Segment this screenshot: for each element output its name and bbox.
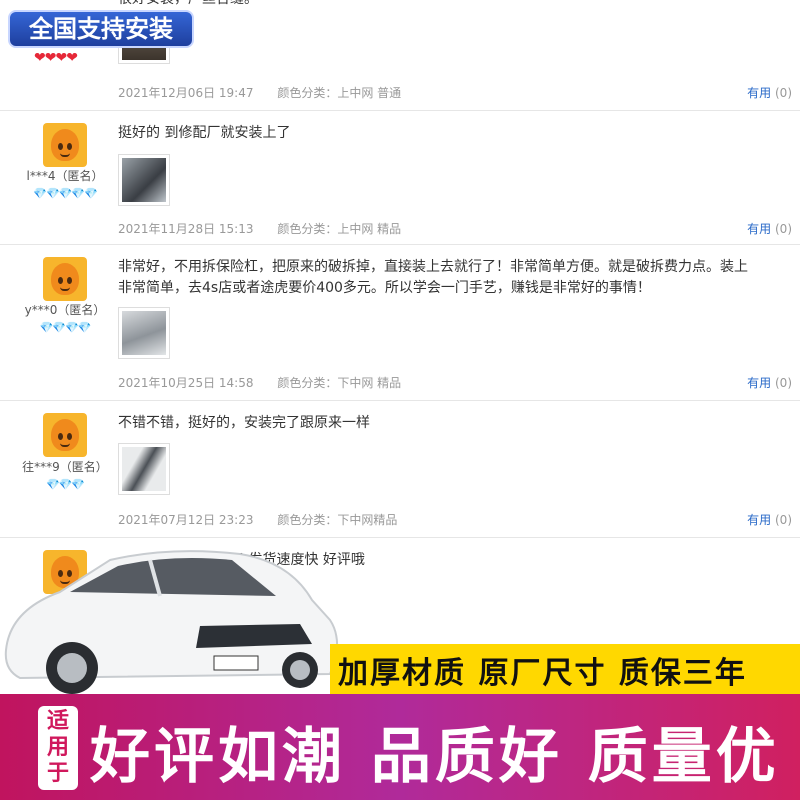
useful-label[interactable]: 有用 — [747, 86, 771, 100]
useful-count: (0) — [775, 86, 792, 100]
promo-slogan: 好评如潮 品质好 质量优 — [90, 722, 780, 792]
review-photo[interactable] — [118, 443, 170, 495]
useful-count: (0) — [775, 513, 792, 527]
review-item: 往***9（匿名） 💎💎💎 不错不错，挺好的，安装完了跟原来一样 2021年07… — [0, 401, 800, 538]
review-meta: 2021年10月25日 14:58 颜色分类：下中网 精品 — [118, 374, 421, 391]
review-photo[interactable] — [118, 154, 170, 206]
applicable-char-3: 于 — [46, 761, 69, 786]
car-image — [4, 550, 339, 694]
review-date: 2021年12月06日 19:47 — [118, 86, 254, 100]
applicable-char-2: 用 — [46, 735, 69, 760]
promo-feature-text: 加厚材质 原厂尺寸 质保三年 — [338, 656, 747, 691]
review-item: l***4（匿名） 💎💎💎💎💎 挺好的 到修配厂就安装上了 2021年11月28… — [0, 111, 800, 245]
reviewer-name: l***4（匿名） — [26, 169, 104, 183]
review-color-category: 颜色分类：下中网精品 — [277, 513, 398, 527]
review-text-line-2: 非常简单，去4s店或者途虎要价400多元。所以学会一门手艺，赚钱是非常好的事情！ — [118, 280, 651, 296]
review-date: 2021年07月12日 23:23 — [118, 513, 254, 527]
install-support-badge: 全国支持安装 — [8, 10, 194, 48]
review-date: 2021年10月25日 14:58 — [118, 376, 254, 390]
promo-banner: 适 用 于 好评如潮 品质好 质量优 — [0, 694, 800, 800]
applicable-char-1: 适 — [46, 709, 69, 734]
review-text: 非常好，不用拆保险杠，把原来的破拆掉，直接装上去就行了！非常简单方便。就是破拆费… — [118, 259, 748, 275]
review-text: 很好安装，严丝合缝。 — [118, 0, 800, 10]
avatar — [43, 257, 87, 301]
reviewer-level-gems: 💎💎💎💎💎 — [33, 187, 97, 200]
useful-label[interactable]: 有用 — [747, 222, 771, 236]
useful-label[interactable]: 有用 — [747, 376, 771, 390]
useful-button[interactable]: 有用 (0) — [747, 511, 792, 528]
avatar — [43, 123, 87, 167]
reviewer-level-gems: 💎💎💎 — [45, 478, 85, 491]
review-item: y***0（匿名） 💎💎💎💎 非常好，不用拆保险杠，把原来的破拆掉，直接装上去就… — [0, 245, 800, 401]
useful-count: (0) — [775, 376, 792, 390]
reviewer-name: y***0（匿名） — [24, 303, 106, 317]
applicable-label: 适 用 于 — [38, 706, 78, 790]
useful-count: (0) — [775, 222, 792, 236]
hearts-rating: ❤❤❤❤ — [34, 50, 78, 66]
review-date: 2021年11月28日 15:13 — [118, 222, 254, 236]
useful-button[interactable]: 有用 (0) — [747, 220, 792, 237]
review-meta: 2021年07月12日 23:23 颜色分类：下中网精品 — [118, 511, 417, 528]
review-color-category: 颜色分类：上中网 精品 — [277, 222, 402, 236]
review-meta: 2021年11月28日 15:13 颜色分类：上中网 精品 — [118, 220, 421, 237]
review-text: 不错不错，挺好的，安装完了跟原来一样 — [118, 415, 370, 431]
review-color-category: 颜色分类：上中网 普通 — [277, 86, 402, 100]
review-text: 挺好的 到修配厂就安装上了 — [118, 125, 291, 141]
review-photo[interactable] — [118, 307, 170, 359]
reviewer-name: 往***9（匿名） — [22, 460, 108, 474]
useful-button[interactable]: 有用 (0) — [747, 374, 792, 391]
useful-button[interactable]: 有用 (0) — [747, 84, 792, 101]
review-color-category: 颜色分类：下中网 精品 — [277, 376, 402, 390]
review-meta: 2021年12月06日 19:47 颜色分类：上中网 普通 — [118, 84, 421, 101]
promo-feature-strip: 加厚材质 原厂尺寸 质保三年 — [330, 644, 800, 694]
reviewer-level-gems: 💎💎💎💎 — [39, 321, 92, 334]
avatar — [43, 413, 87, 457]
useful-label[interactable]: 有用 — [747, 513, 771, 527]
